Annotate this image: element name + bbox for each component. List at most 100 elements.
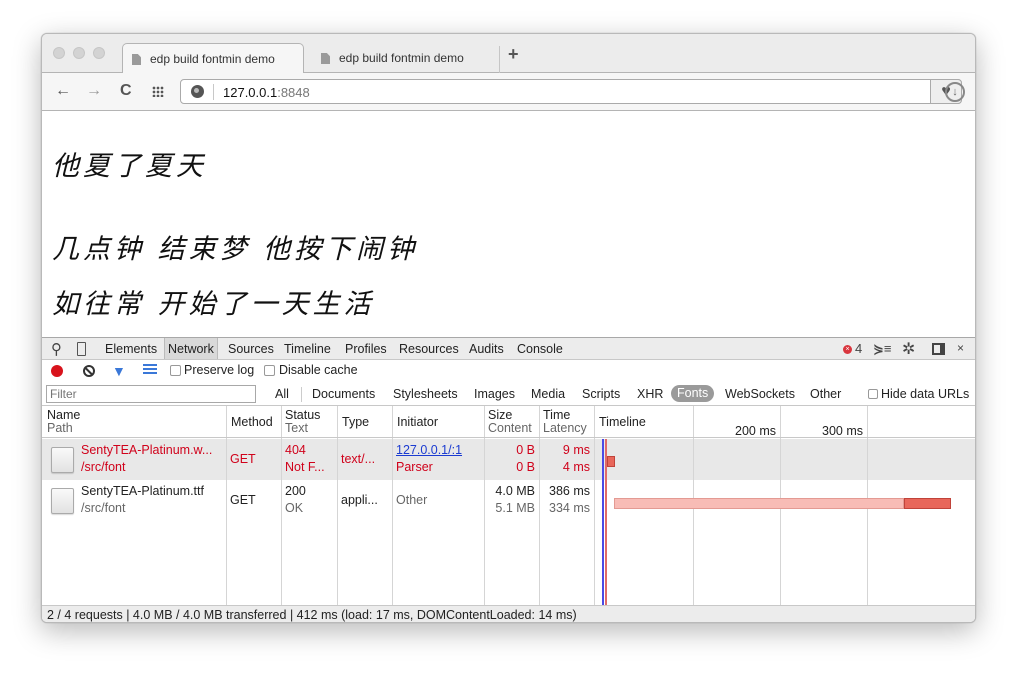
document-icon (132, 54, 141, 65)
large-rows-icon[interactable] (143, 364, 157, 375)
path-text: /src/font (81, 501, 126, 515)
header-content-label: Content (488, 421, 532, 435)
disable-cache-checkbox[interactable] (264, 365, 275, 376)
request-initiator: Other (396, 493, 428, 507)
header-name[interactable]: Name Path (47, 409, 80, 435)
content-value: 5.1 MB (495, 501, 535, 515)
filter-type-documents[interactable]: Documents (312, 387, 375, 401)
new-tab-button[interactable]: + (508, 45, 519, 63)
filter-type-websockets[interactable]: WebSockets (725, 387, 795, 401)
header-initiator[interactable]: Initiator (397, 416, 438, 429)
header-time-label: Time (543, 408, 571, 422)
header-type[interactable]: Type (342, 416, 369, 429)
close-devtools-icon[interactable]: × (957, 341, 964, 355)
zoom-window-button[interactable] (93, 47, 105, 59)
settings-gear-icon[interactable]: ✲ (902, 339, 915, 359)
device-mode-icon[interactable] (77, 342, 86, 356)
request-status: 200 OK (285, 483, 306, 517)
requests-table: SentyTEA-Platinum.w... /src/font GET 404 N… (42, 405, 975, 606)
browser-window: edp build fontmin demo edp build fontmin… (41, 33, 976, 623)
error-icon[interactable]: × (843, 345, 852, 354)
devtools-tabbar: ⚲ Elements Network Sources Timeline Prof… (42, 338, 975, 360)
dock-side-icon[interactable] (932, 343, 945, 355)
address-bar[interactable]: 127.0.0.1:8848 ♥ (180, 79, 962, 104)
request-name[interactable]: SentyTEA-Platinum.ttf/src/font (81, 483, 204, 517)
record-button[interactable] (51, 365, 63, 377)
filter-type-scripts[interactable]: Scripts (582, 387, 620, 401)
domcontentloaded-marker (602, 439, 604, 606)
network-status-bar: 2 / 4 requests | 4.0 MB / 4.0 MB transfe… (42, 605, 975, 622)
clear-button[interactable] (83, 365, 95, 377)
request-time: 9 ms 4 ms (539, 442, 590, 476)
filter-type-other[interactable]: Other (810, 387, 841, 401)
request-name[interactable]: SentyTEA-Platinum.w... /src/font (81, 442, 212, 476)
header-path-label: Path (47, 421, 73, 435)
path-text: /src/font (81, 460, 126, 474)
panel-tab-audits[interactable]: Audits (469, 338, 504, 359)
size-value: 4.0 MB (495, 484, 535, 498)
panel-tab-sources[interactable]: Sources (228, 338, 274, 359)
error-count[interactable]: 4 (855, 341, 862, 356)
filter-input[interactable] (46, 385, 256, 403)
status-code: 404 (285, 443, 306, 457)
file-icon (51, 488, 74, 514)
preserve-log-checkbox[interactable] (170, 365, 181, 376)
filter-type-all[interactable]: All (275, 387, 289, 401)
filter-type-media[interactable]: Media (531, 387, 565, 401)
header-time[interactable]: Time Latency (543, 409, 587, 435)
timeline-bar-receiving-request-2[interactable] (904, 498, 951, 509)
tab-inactive[interactable]: edp build fontmin demo (312, 43, 494, 74)
forward-button[interactable]: → (86, 82, 102, 100)
close-window-button[interactable] (53, 47, 65, 59)
panel-tab-console[interactable]: Console (517, 338, 563, 359)
console-drawer-icon[interactable]: ⋟≡ (873, 341, 891, 357)
devtools-panel: ⚲ Elements Network Sources Timeline Prof… (42, 337, 975, 622)
panel-tab-resources[interactable]: Resources (399, 338, 459, 359)
table-row[interactable]: SentyTEA-Platinum.w... /src/font GET 404 N… (42, 439, 975, 480)
header-timeline[interactable]: Timeline (599, 416, 646, 429)
panel-tab-timeline[interactable]: Timeline (284, 338, 331, 359)
page-heading: 他夏了夏天 (52, 151, 207, 182)
panel-tab-profiles[interactable]: Profiles (345, 338, 387, 359)
apps-grid-icon[interactable] (152, 86, 164, 97)
header-latency-label: Latency (543, 421, 587, 435)
page-content: 他夏了夏天 几点钟 结束梦 他按下闹钟 如往常 开始了一天生活 (42, 112, 975, 337)
filter-funnel-icon[interactable]: ▼ (112, 363, 126, 379)
initiator-link[interactable]: 127.0.0.1/:1 (396, 443, 462, 457)
tab-strip: edp build fontmin demo edp build fontmin… (42, 34, 975, 74)
name-text: SentyTEA-Platinum.w... (81, 443, 213, 457)
filter-divider (301, 387, 302, 402)
download-button[interactable]: ↓ (945, 82, 965, 102)
url-port: :8848 (277, 85, 310, 100)
time-value: 9 ms (562, 443, 590, 457)
header-size-label: Size (488, 408, 513, 422)
tab-active[interactable]: edp build fontmin demo (122, 43, 304, 74)
url-host: 127.0.0.1 (223, 85, 278, 100)
header-status-label: Status (285, 408, 321, 422)
header-name-label: Name (47, 408, 81, 422)
time-value: 386 ms (549, 484, 590, 498)
panel-tab-elements[interactable]: Elements (105, 338, 157, 359)
timeline-bar-request-1[interactable] (607, 456, 615, 467)
status-text: Not F... (285, 460, 325, 474)
latency-value: 334 ms (549, 501, 590, 515)
initiator-type: Parser (396, 460, 433, 474)
header-status[interactable]: Status Text (285, 409, 320, 435)
back-button[interactable]: ← (55, 82, 71, 100)
filter-type-images[interactable]: Images (474, 387, 515, 401)
panel-tab-network[interactable]: Network (164, 338, 218, 359)
minimize-window-button[interactable] (73, 47, 85, 59)
url-text[interactable]: 127.0.0.1:8848 (223, 85, 310, 100)
timeline-tick-200ms: 200 ms (735, 424, 776, 438)
page-line: 如往常 开始了一天生活 (52, 289, 375, 320)
filter-type-stylesheets[interactable]: Stylesheets (393, 387, 458, 401)
globe-icon (191, 85, 204, 98)
timeline-bar-waiting-request-2[interactable] (614, 498, 904, 509)
search-icon[interactable]: ⚲ (51, 340, 62, 358)
filter-type-fonts[interactable]: Fonts (671, 385, 715, 402)
header-method[interactable]: Method (231, 416, 273, 429)
reload-button[interactable]: C (120, 82, 132, 100)
filter-type-xhr[interactable]: XHR (637, 387, 663, 401)
hide-data-urls-checkbox[interactable] (868, 389, 878, 399)
header-size[interactable]: Size Content (488, 409, 532, 435)
